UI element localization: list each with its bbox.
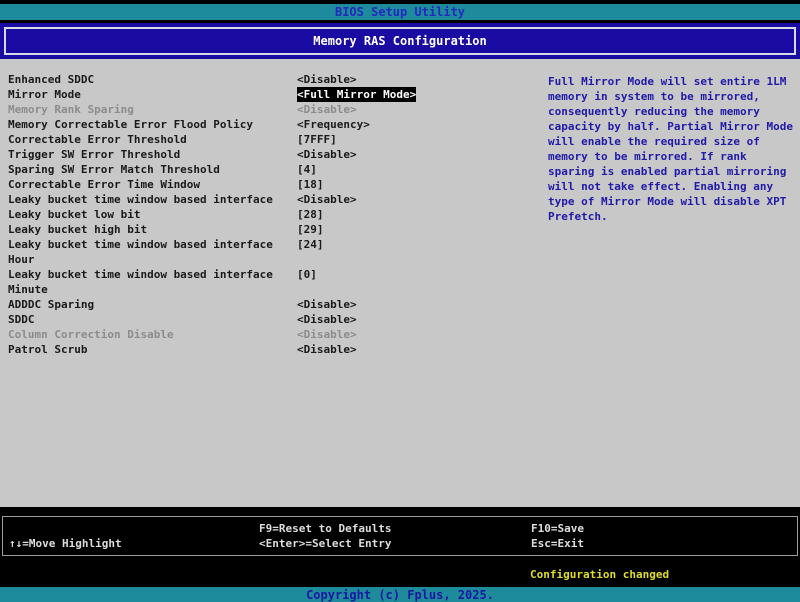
setting-row[interactable]: Leaky bucket time window based interface… bbox=[8, 237, 478, 267]
key-hint-column: ↑↓=Move Highlight bbox=[9, 521, 122, 551]
app-title: BIOS Setup Utility bbox=[335, 5, 465, 19]
setting-label: Memory Correctable Error Flood Policy bbox=[8, 117, 297, 132]
main-panel: Enhanced SDDC<Disable>Mirror Mode<Full M… bbox=[0, 59, 800, 507]
key-hint: F10=Save bbox=[531, 521, 584, 536]
setting-value[interactable]: [18] bbox=[297, 177, 324, 192]
setting-row[interactable]: Enhanced SDDC<Disable> bbox=[8, 72, 478, 87]
setting-value: <Disable> bbox=[297, 327, 357, 342]
setting-label: Correctable Error Threshold bbox=[8, 132, 297, 147]
help-panel-text: Full Mirror Mode will set entire 1LM mem… bbox=[548, 74, 796, 224]
setting-label: Leaky bucket time window based interface… bbox=[8, 267, 297, 297]
setting-row[interactable]: Correctable Error Time Window[18] bbox=[8, 177, 478, 192]
setting-value[interactable]: [28] bbox=[297, 207, 324, 222]
setting-row[interactable]: Sparing SW Error Match Threshold[4] bbox=[8, 162, 478, 177]
copyright-text: Copyright (c) Fplus, 2025. bbox=[306, 588, 494, 602]
setting-label: Mirror Mode bbox=[8, 87, 297, 102]
setting-row[interactable]: ADDDC Sparing<Disable> bbox=[8, 297, 478, 312]
page-title: Memory RAS Configuration bbox=[313, 34, 486, 49]
setting-value[interactable]: <Disable> bbox=[297, 312, 357, 327]
setting-row[interactable]: Leaky bucket time window based interface… bbox=[8, 267, 478, 297]
setting-value[interactable]: <Disable> bbox=[297, 72, 357, 87]
setting-value[interactable]: <Disable> bbox=[297, 192, 357, 207]
setting-row[interactable]: Patrol Scrub<Disable> bbox=[8, 342, 478, 357]
settings-list: Enhanced SDDC<Disable>Mirror Mode<Full M… bbox=[8, 72, 478, 357]
setting-label: Correctable Error Time Window bbox=[8, 177, 297, 192]
setting-value[interactable]: <Frequency> bbox=[297, 117, 370, 132]
setting-label: Leaky bucket time window based interface bbox=[8, 192, 297, 207]
copyright-bar: Copyright (c) Fplus, 2025. bbox=[0, 587, 800, 602]
setting-value[interactable]: <Full Mirror Mode> bbox=[297, 87, 416, 102]
page-title-box: Memory RAS Configuration bbox=[4, 27, 796, 55]
key-hint: F9=Reset to Defaults bbox=[259, 521, 391, 536]
setting-value[interactable]: <Disable> bbox=[297, 147, 357, 162]
setting-value[interactable]: [24] bbox=[297, 237, 324, 252]
footer: ↑↓=Move Highlight F9=Reset to Defaults<En… bbox=[0, 507, 800, 602]
key-hint bbox=[9, 521, 122, 536]
setting-label: ADDDC Sparing bbox=[8, 297, 297, 312]
status-message: Configuration changed bbox=[530, 567, 669, 582]
setting-row[interactable]: Mirror Mode<Full Mirror Mode> bbox=[8, 87, 478, 102]
setting-row[interactable]: Leaky bucket high bit[29] bbox=[8, 222, 478, 237]
setting-label: Leaky bucket low bit bbox=[8, 207, 297, 222]
setting-label: Trigger SW Error Threshold bbox=[8, 147, 297, 162]
setting-row[interactable]: Trigger SW Error Threshold<Disable> bbox=[8, 147, 478, 162]
setting-label: Memory Rank Sparing bbox=[8, 102, 297, 117]
setting-value[interactable]: [0] bbox=[297, 267, 317, 282]
key-hint: Esc=Exit bbox=[531, 536, 584, 551]
setting-value[interactable]: <Disable> bbox=[297, 297, 357, 312]
key-hint: <Enter>=Select Entry bbox=[259, 536, 391, 551]
setting-label: Column Correction Disable bbox=[8, 327, 297, 342]
setting-label: Sparing SW Error Match Threshold bbox=[8, 162, 297, 177]
key-hint-column: F9=Reset to Defaults<Enter>=Select Entry bbox=[259, 521, 391, 551]
setting-row: Memory Rank Sparing<Disable> bbox=[8, 102, 478, 117]
setting-row[interactable]: Leaky bucket time window based interface… bbox=[8, 192, 478, 207]
setting-row: Column Correction Disable<Disable> bbox=[8, 327, 478, 342]
bios-screen: BIOS Setup Utility Memory RAS Configurat… bbox=[0, 0, 800, 602]
setting-label: SDDC bbox=[8, 312, 297, 327]
setting-value[interactable]: [7FFF] bbox=[297, 132, 337, 147]
key-hint: ↑↓=Move Highlight bbox=[9, 536, 122, 551]
setting-value[interactable]: <Disable> bbox=[297, 342, 357, 357]
setting-row[interactable]: Leaky bucket low bit[28] bbox=[8, 207, 478, 222]
setting-label: Enhanced SDDC bbox=[8, 72, 297, 87]
page-title-bar: Memory RAS Configuration bbox=[0, 23, 800, 59]
setting-row[interactable]: SDDC<Disable> bbox=[8, 312, 478, 327]
setting-label: Leaky bucket high bit bbox=[8, 222, 297, 237]
setting-label: Patrol Scrub bbox=[8, 342, 297, 357]
key-hint-column: F10=SaveEsc=Exit bbox=[531, 521, 584, 551]
app-title-bar: BIOS Setup Utility bbox=[0, 4, 800, 20]
setting-row[interactable]: Correctable Error Threshold[7FFF] bbox=[8, 132, 478, 147]
setting-value[interactable]: [29] bbox=[297, 222, 324, 237]
setting-row[interactable]: Memory Correctable Error Flood Policy<Fr… bbox=[8, 117, 478, 132]
setting-value[interactable]: [4] bbox=[297, 162, 317, 177]
key-hints-box: ↑↓=Move Highlight F9=Reset to Defaults<En… bbox=[2, 516, 798, 556]
setting-value: <Disable> bbox=[297, 102, 357, 117]
setting-label: Leaky bucket time window based interface… bbox=[8, 237, 297, 267]
